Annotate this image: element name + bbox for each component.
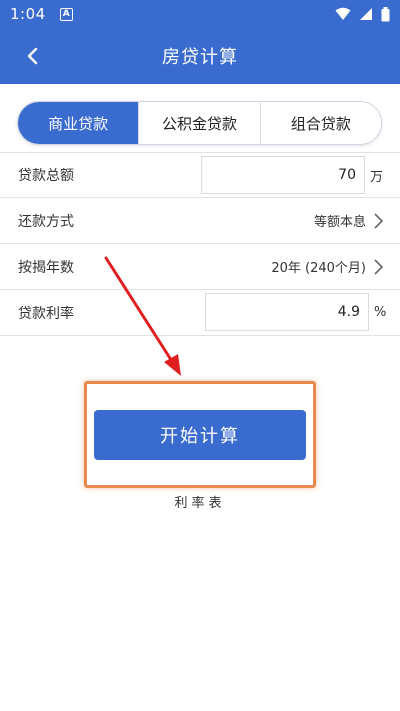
mortgage-years-label: 按揭年数 bbox=[18, 259, 74, 276]
loan-total-input[interactable] bbox=[201, 156, 365, 194]
battery-icon bbox=[381, 6, 390, 21]
mortgage-years-row[interactable]: 按揭年数 20年 (240个月) bbox=[0, 244, 400, 290]
loan-rate-input[interactable] bbox=[205, 293, 369, 331]
rate-table-link[interactable]: 利率表 bbox=[0, 492, 400, 511]
notification-icon: A bbox=[59, 7, 73, 21]
repayment-method-value: 等额本息 bbox=[313, 215, 366, 230]
status-indicators bbox=[335, 6, 390, 22]
signal-icon bbox=[360, 8, 372, 20]
loan-rate-unit: % bbox=[374, 305, 387, 320]
loan-total-label: 贷款总额 bbox=[18, 168, 74, 184]
loan-rate-row: 贷款利率 % bbox=[0, 290, 400, 336]
repayment-method-row[interactable]: 还款方式 等额本息 bbox=[0, 198, 400, 244]
chevron-right-icon bbox=[374, 259, 384, 275]
chevron-right-icon bbox=[374, 213, 384, 229]
loan-rate-label: 贷款利率 bbox=[18, 305, 74, 322]
loan-form: 贷款总额 万 还款方式 等额本息 按揭年数 20年 (240个月) 贷款利率 % bbox=[0, 152, 400, 336]
tab-combined-loan[interactable]: 组合贷款 bbox=[260, 102, 381, 144]
tab-commercial-loan[interactable]: 商业贷款 bbox=[18, 102, 140, 144]
app-header: 房贷计算 bbox=[0, 28, 400, 84]
status-time: 1:04 bbox=[10, 5, 46, 23]
repayment-method-label: 还款方式 bbox=[18, 213, 74, 230]
loan-total-unit: 万 bbox=[370, 169, 384, 185]
back-button[interactable] bbox=[18, 42, 46, 70]
mortgage-years-value: 20年 (240个月) bbox=[271, 261, 366, 276]
loan-total-row: 贷款总额 万 bbox=[0, 152, 400, 198]
page-title: 房贷计算 bbox=[162, 47, 238, 68]
chevron-left-icon bbox=[27, 47, 38, 65]
status-bar: 1:04 A bbox=[0, 0, 400, 28]
start-calculation-button[interactable]: 开始计算 bbox=[94, 410, 306, 460]
wifi-icon bbox=[335, 7, 351, 20]
tab-provident-fund-loan[interactable]: 公积金贷款 bbox=[139, 102, 261, 144]
loan-type-tabs: 商业贷款 公积金贷款 组合贷款 bbox=[17, 101, 382, 145]
